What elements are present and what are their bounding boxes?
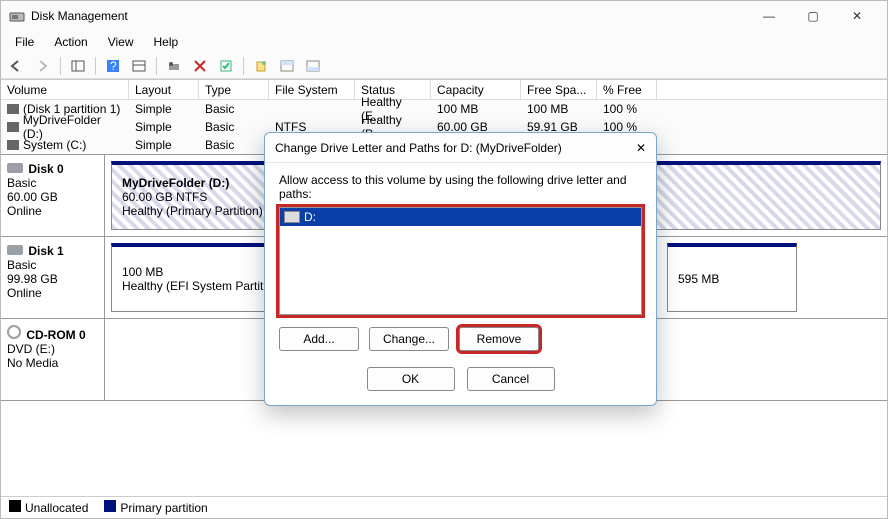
separator (156, 57, 157, 75)
cd-icon (7, 325, 21, 339)
new-button[interactable] (249, 55, 273, 77)
close-button[interactable]: ✕ (835, 2, 879, 30)
cell-layout: Simple (129, 100, 199, 118)
separator (95, 57, 96, 75)
cell-fs (269, 100, 355, 118)
toolbar: ? (1, 53, 887, 79)
cell-layout: Simple (129, 118, 199, 136)
show-hide-button[interactable] (66, 55, 90, 77)
disk-name: Disk 0 (25, 162, 64, 176)
disk-info[interactable]: CD-ROM 0DVD (E:)No Media (1, 319, 105, 400)
cell-free: 100 MB (521, 100, 597, 118)
drive-list-item-label: D: (304, 210, 316, 224)
partition-size: 595 MB (678, 272, 786, 286)
remove-button[interactable]: Remove (459, 327, 539, 351)
forward-button[interactable] (31, 55, 55, 77)
col-type[interactable]: Type (199, 80, 269, 99)
disk-info[interactable]: Disk 1Basic99.98 GBOnline (1, 237, 105, 318)
window-title: Disk Management (31, 9, 747, 23)
partition[interactable]: 595 MB (667, 243, 797, 312)
legend: Unallocated Primary partition (1, 496, 887, 518)
unallocated-swatch (9, 500, 21, 512)
disk-name: CD-ROM 0 (23, 328, 86, 342)
menu-view[interactable]: View (100, 33, 142, 51)
list-top-button[interactable] (275, 55, 299, 77)
hdd-icon (7, 245, 23, 255)
col-capacity[interactable]: Capacity (431, 80, 521, 99)
drive-letter-list[interactable]: D: (279, 207, 642, 315)
cell-type: Basic (199, 100, 269, 118)
legend-primary: Primary partition (104, 500, 207, 515)
cell-volume: System (C:) (1, 136, 129, 154)
menu-action[interactable]: Action (46, 33, 95, 51)
list-bottom-button[interactable] (301, 55, 325, 77)
col-volume[interactable]: Volume (1, 80, 129, 99)
change-button[interactable]: Change... (369, 327, 449, 351)
properties-button[interactable] (214, 55, 238, 77)
help-button[interactable]: ? (101, 55, 125, 77)
app-icon (9, 8, 25, 24)
cell-capacity: 100 MB (431, 100, 521, 118)
separator (60, 57, 61, 75)
dialog-message: Allow access to this volume by using the… (279, 173, 642, 201)
drive-list-item[interactable]: D: (280, 208, 641, 226)
add-button[interactable]: Add... (279, 327, 359, 351)
delete-button[interactable] (188, 55, 212, 77)
back-button[interactable] (5, 55, 29, 77)
col-layout[interactable]: Layout (129, 80, 199, 99)
change-drive-letter-dialog: Change Drive Letter and Paths for D: (My… (264, 132, 657, 406)
settings-button[interactable] (127, 55, 151, 77)
table-row[interactable]: (Disk 1 partition 1)SimpleBasicHealthy (… (1, 100, 887, 118)
cell-type: Basic (199, 136, 269, 154)
dialog-close-button[interactable]: ✕ (636, 141, 646, 155)
menubar: File Action View Help (1, 31, 887, 53)
separator (243, 57, 244, 75)
hdd-icon (7, 163, 23, 173)
titlebar[interactable]: Disk Management — ▢ ✕ (1, 1, 887, 31)
cell-type: Basic (199, 118, 269, 136)
menu-file[interactable]: File (7, 33, 42, 51)
volume-icon (7, 104, 19, 114)
drive-icon (284, 211, 300, 223)
disk-name: Disk 1 (25, 244, 64, 258)
cell-layout: Simple (129, 136, 199, 154)
volume-icon (7, 140, 19, 150)
ok-button[interactable]: OK (367, 367, 455, 391)
cell-pct: 100 % (597, 100, 657, 118)
volume-icon (7, 122, 19, 132)
minimize-button[interactable]: — (747, 2, 791, 30)
legend-unallocated: Unallocated (9, 500, 88, 515)
refresh-button[interactable] (162, 55, 186, 77)
maximize-button[interactable]: ▢ (791, 2, 835, 30)
svg-text:?: ? (110, 59, 117, 73)
disk-info[interactable]: Disk 0Basic60.00 GBOnline (1, 155, 105, 236)
col-filesystem[interactable]: File System (269, 80, 355, 99)
dialog-titlebar[interactable]: Change Drive Letter and Paths for D: (My… (265, 133, 656, 163)
cell-volume: MyDriveFolder (D:) (1, 118, 129, 136)
col-freespace[interactable]: Free Spa... (521, 80, 597, 99)
cancel-button[interactable]: Cancel (467, 367, 555, 391)
primary-swatch (104, 500, 116, 512)
menu-help[interactable]: Help (146, 33, 187, 51)
partition-size: 100 MB (122, 265, 280, 279)
table-header-row: Volume Layout Type File System Status Ca… (1, 80, 887, 100)
col-pctfree[interactable]: % Free (597, 80, 657, 99)
partition-status: Healthy (EFI System Partiti (122, 279, 280, 293)
dialog-title: Change Drive Letter and Paths for D: (My… (275, 141, 636, 155)
